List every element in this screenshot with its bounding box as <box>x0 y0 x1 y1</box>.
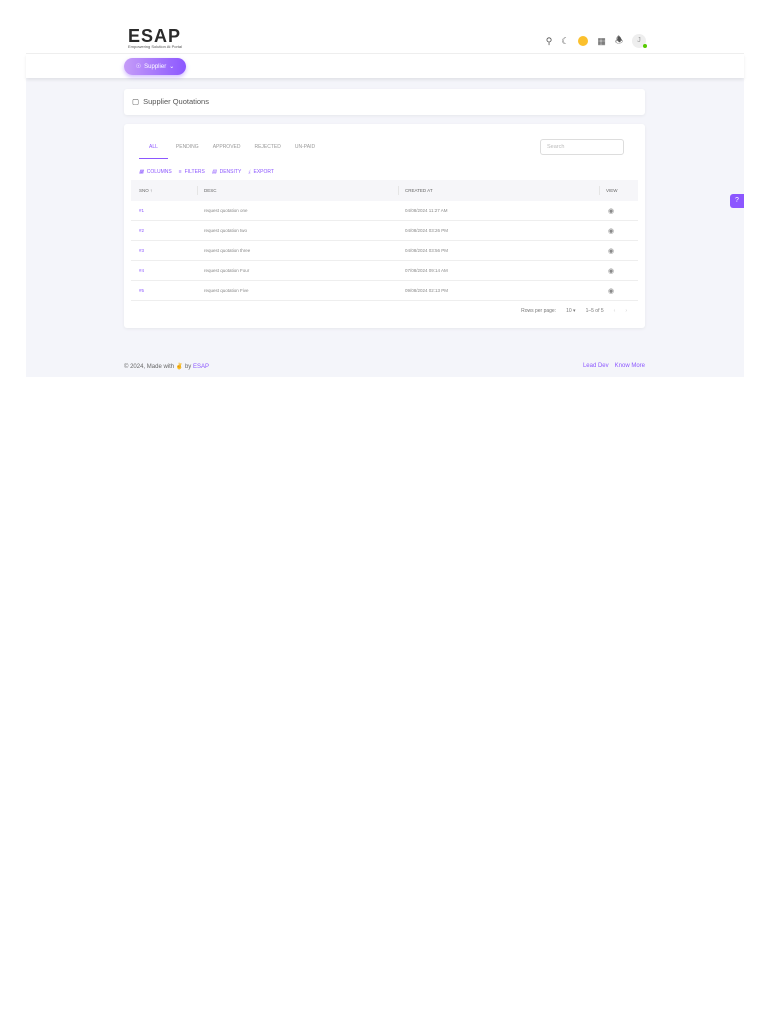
brand-link[interactable]: ESAP <box>193 364 209 370</box>
eye-icon[interactable]: ◉ <box>608 201 614 220</box>
row-created-at: 09/08/2024 02:13 PM <box>405 288 449 293</box>
search-input[interactable]: Search <box>540 139 624 155</box>
row-created-at: 04/08/2024 11:27 AM <box>405 208 448 213</box>
eye-icon[interactable]: ◉ <box>608 281 614 300</box>
eye-icon[interactable]: ◉ <box>608 261 614 280</box>
table-row[interactable]: #5 request quotation Five 09/08/2024 02:… <box>131 281 638 301</box>
sort-up-icon[interactable]: ↑ <box>150 188 152 193</box>
table-row[interactable]: #3 request quotation three 04/08/2024 03… <box>131 241 638 261</box>
by-text: by <box>184 364 192 370</box>
filter-icon: ≡ <box>178 169 182 175</box>
tab-all[interactable]: ALL <box>139 144 168 159</box>
row-sno[interactable]: #2 <box>139 221 144 240</box>
column-header-desc[interactable]: DESC <box>204 180 217 201</box>
row-desc: request quotation Four <box>204 268 250 273</box>
export-label: EXPORT <box>253 169 274 175</box>
coin-icon[interactable] <box>578 36 589 46</box>
row-created-at: 07/08/2024 09:14 AM <box>405 268 448 273</box>
download-icon: ⤓ <box>248 169 251 175</box>
nav-bar: ☉ Supplier ⌄ <box>26 54 744 78</box>
row-desc: request quotation two <box>204 228 248 233</box>
next-page-button[interactable]: › <box>625 308 627 314</box>
title-card: ▢ Supplier Quotations <box>124 89 645 115</box>
tab-unpaid[interactable]: UN-PAID <box>289 144 321 159</box>
hand-icon: ✌ <box>175 364 184 370</box>
row-sno[interactable]: #5 <box>139 281 144 300</box>
help-icon: ? <box>735 197 739 204</box>
logo-text: ESAP <box>128 26 182 46</box>
row-desc: request quotation one <box>204 208 248 213</box>
app: ESAP Empowering Solution At Portal ⚲ ☾ ▦… <box>26 24 744 377</box>
folder-icon: ▢ <box>132 97 140 106</box>
apps-grid-icon[interactable]: ▦ <box>597 36 606 47</box>
row-created-at: 04/08/2024 03:56 PM <box>405 248 449 253</box>
row-desc: request quotation three <box>204 248 251 253</box>
know-more-link[interactable]: Know More <box>615 363 645 369</box>
lead-dev-link[interactable]: Lead Dev <box>583 363 609 369</box>
tab-pending[interactable]: PENDING <box>170 144 205 159</box>
avatar[interactable]: J <box>632 34 647 48</box>
column-header-sno[interactable]: SNO ↑ <box>139 180 152 201</box>
theme-moon-icon[interactable]: ☾ <box>561 36 569 47</box>
row-sno[interactable]: #4 <box>139 261 144 280</box>
density-button[interactable]: ▤ DENSITY <box>212 169 241 175</box>
eye-icon[interactable]: ◉ <box>608 221 614 240</box>
copyright-text: © 2024, Made with <box>124 364 175 370</box>
help-button[interactable]: ? <box>730 194 744 208</box>
eye-icon[interactable]: ◉ <box>608 241 614 260</box>
table-header: SNO ↑ DESC CREATED AT VIEW <box>131 180 638 201</box>
table-row[interactable]: #4 request quotation Four 07/08/2024 09:… <box>131 261 638 281</box>
column-header-created[interactable]: CREATED AT <box>405 180 433 201</box>
table-row[interactable]: #1 request quotation one 04/08/2024 11:2… <box>131 201 638 221</box>
columns-button[interactable]: ▦ COLUMNS <box>139 169 172 175</box>
row-created-at: 04/08/2024 03:26 PM <box>405 228 449 233</box>
export-button[interactable]: ⤓ EXPORT <box>248 169 274 175</box>
rows-per-page-label: Rows per page: <box>521 308 557 314</box>
rows-per-page-value: 10 <box>566 308 572 314</box>
tab-approved[interactable]: APPROVED <box>207 144 247 159</box>
supplier-label: Supplier <box>144 63 167 70</box>
rows-per-page-select[interactable]: 10 ▾ <box>566 308 575 314</box>
sno-header-label: SNO <box>139 188 149 193</box>
search-icon[interactable]: ⚲ <box>546 36 553 47</box>
table-row[interactable]: #2 request quotation two 04/08/2024 03:2… <box>131 221 638 241</box>
page-title: Supplier Quotations <box>143 97 209 106</box>
row-sno[interactable]: #3 <box>139 241 144 260</box>
quotations-card: ALL PENDING APPROVED REJECTED UN-PAID Se… <box>124 124 645 328</box>
logo-tagline: Empowering Solution At Portal <box>128 44 183 49</box>
logo[interactable]: ESAP Empowering Solution At Portal <box>128 26 183 49</box>
columns-icon: ▦ <box>139 169 144 175</box>
footer: © 2024, Made with ✌ by ESAP Lead Dev Kno… <box>124 363 645 370</box>
chevron-down-icon: ⌄ <box>169 64 175 70</box>
shield-icon: ☉ <box>135 64 142 70</box>
filters-label: FILTERS <box>184 169 205 175</box>
tab-rejected[interactable]: REJECTED <box>248 144 286 159</box>
column-header-view: VIEW <box>606 188 618 193</box>
prev-page-button[interactable]: ‹ <box>614 308 616 314</box>
supplier-menu-button[interactable]: ☉ Supplier ⌄ <box>124 58 186 75</box>
bell-icon[interactable]: 🕭 <box>615 33 623 49</box>
filters-button[interactable]: ≡ FILTERS <box>179 169 205 175</box>
page-range: 1–5 of 5 <box>585 308 604 314</box>
density-label: DENSITY <box>219 169 242 175</box>
pagination: Rows per page: 10 ▾ 1–5 of 5 ‹ › <box>521 308 627 314</box>
density-icon: ▤ <box>211 169 217 175</box>
row-sno[interactable]: #1 <box>139 201 144 220</box>
columns-label: COLUMNS <box>146 169 172 175</box>
row-desc: request quotation Five <box>204 288 249 293</box>
top-header: ESAP Empowering Solution At Portal ⚲ ☾ ▦… <box>26 24 744 54</box>
